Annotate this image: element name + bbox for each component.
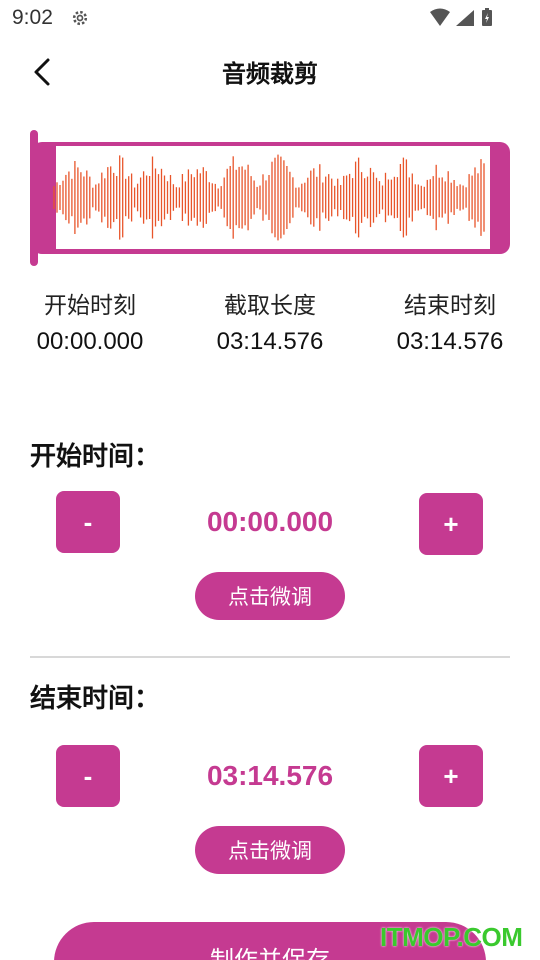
start-moment-value: 00:00.000 — [36, 328, 144, 355]
page-title: 音频裁剪 — [222, 60, 318, 88]
start-moment-label: 开始时刻 — [44, 293, 136, 319]
end-decrease-button[interactable]: - — [56, 745, 120, 807]
section-divider — [30, 656, 510, 658]
start-time-value: 00:00.000 — [206, 506, 334, 537]
signal-icon — [456, 10, 474, 26]
watermark: ITMOP.COM — [380, 922, 523, 952]
status-time: 9:02 — [12, 6, 53, 29]
waveform-selector[interactable] — [28, 130, 512, 266]
start-moment-info: 开始时刻 00:00.000 — [0, 288, 180, 356]
end-increase-button[interactable]: + — [419, 745, 483, 807]
start-fine-tune-button[interactable]: 点击微调 — [195, 572, 345, 620]
app-bar: 音频裁剪 — [0, 40, 540, 104]
status-bar: 9:02 — [0, 0, 540, 36]
waveform-graph — [53, 154, 485, 241]
wifi-icon — [430, 8, 450, 26]
start-drag-handle[interactable] — [30, 130, 38, 266]
start-increase-button[interactable]: + — [419, 493, 483, 555]
start-time-title: 开始时间： — [30, 442, 161, 472]
duration-label: 截取长度 — [224, 293, 316, 319]
end-fine-tune-button[interactable]: 点击微调 — [195, 826, 345, 874]
gear-icon — [72, 10, 88, 26]
end-moment-label: 结束时刻 — [404, 293, 496, 319]
end-time-value: 03:14.576 — [206, 760, 334, 791]
duration-value: 03:14.576 — [216, 328, 324, 355]
duration-info: 截取长度 03:14.576 — [180, 288, 360, 356]
start-decrease-button[interactable]: - — [56, 491, 120, 553]
battery-icon — [482, 8, 492, 26]
end-time-title: 结束时间： — [30, 684, 161, 714]
end-moment-value: 03:14.576 — [396, 328, 504, 355]
system-status-icons — [430, 8, 492, 26]
end-moment-info: 结束时刻 03:14.576 — [360, 288, 540, 356]
time-info-row: 开始时刻 00:00.000 截取长度 03:14.576 结束时刻 03:14… — [0, 288, 540, 368]
